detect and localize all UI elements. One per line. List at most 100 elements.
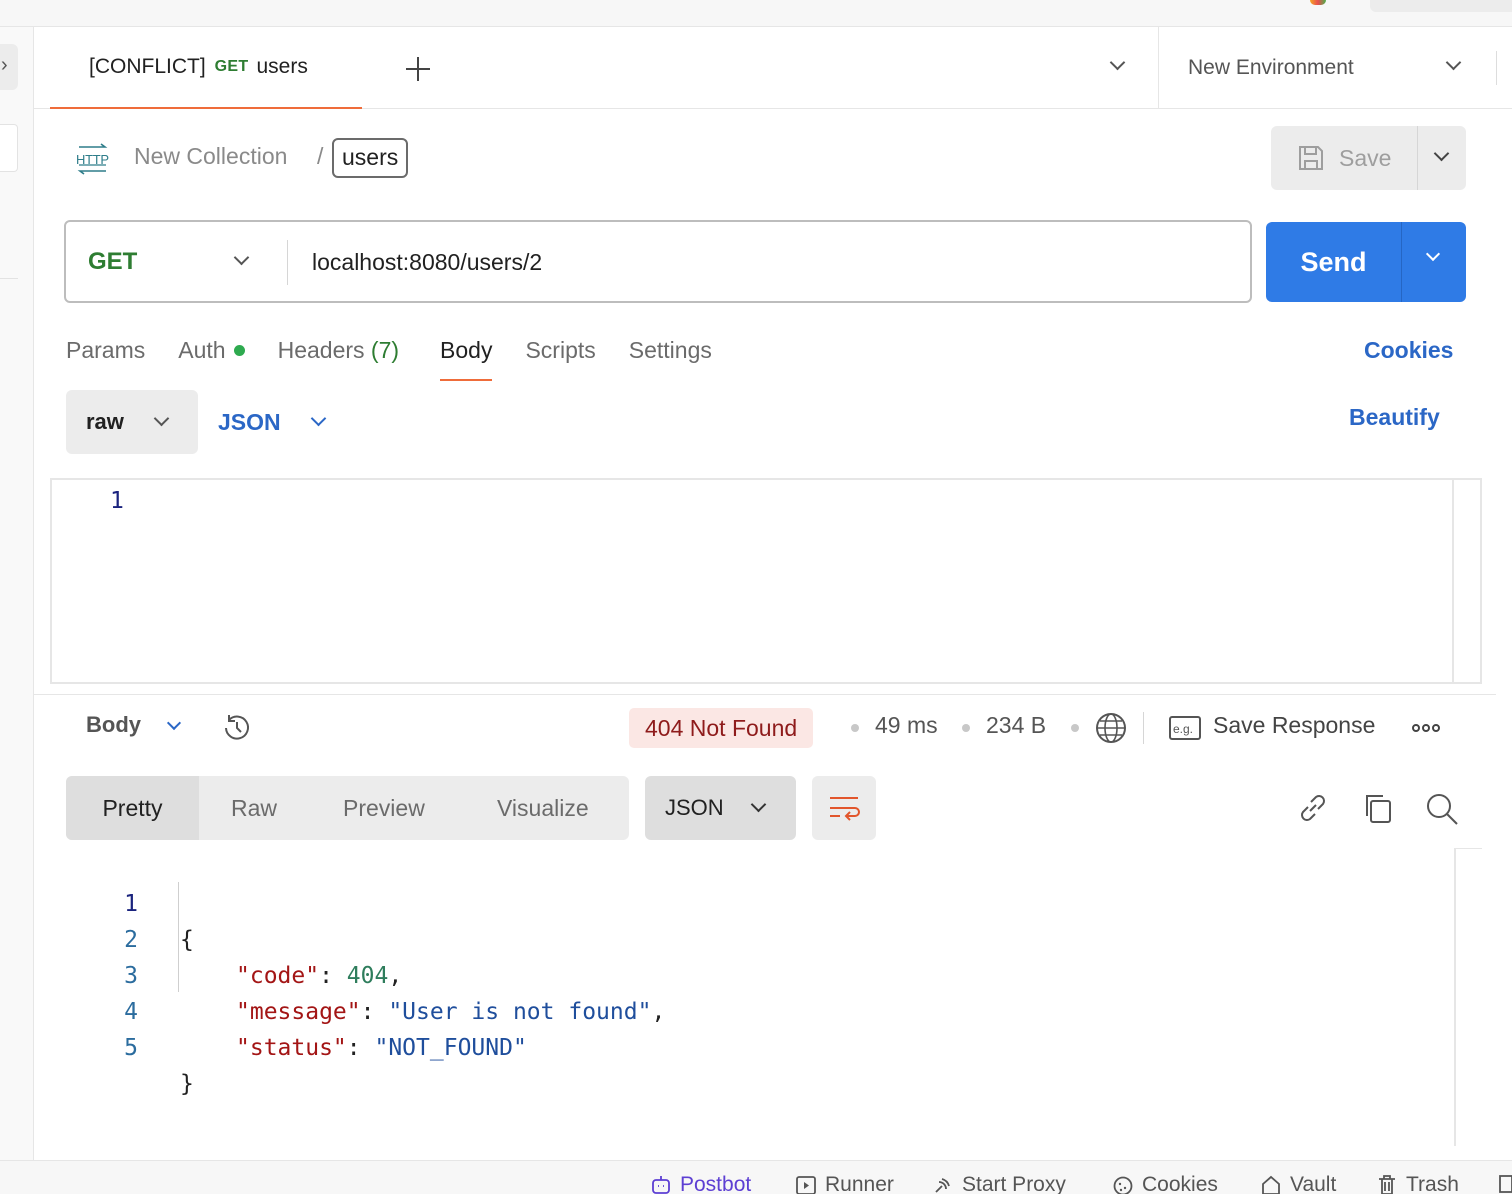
- url-input[interactable]: [312, 242, 1212, 282]
- body-language-select[interactable]: JSON: [218, 390, 327, 454]
- status-badge[interactable]: 404 Not Found: [629, 708, 814, 748]
- method-select[interactable]: GET: [88, 222, 137, 301]
- chevron-down-icon: [1433, 145, 1450, 162]
- tab-settings-label: Settings: [628, 337, 712, 363]
- tab-params[interactable]: Params: [66, 333, 145, 381]
- link-icon[interactable]: [1296, 791, 1330, 825]
- postbot-icon: [652, 1176, 670, 1194]
- code-line: 1 {: [0, 850, 194, 953]
- tab-scripts[interactable]: Scripts: [525, 333, 595, 381]
- separator-dot: [1071, 724, 1079, 732]
- request-tab[interactable]: [CONFLICT] GET users: [50, 27, 362, 109]
- line-number: 4: [124, 999, 138, 1025]
- postbot-label: Postbot: [680, 1173, 752, 1194]
- cookies-link[interactable]: Cookies: [1364, 333, 1453, 367]
- line-number: 2: [124, 927, 138, 953]
- editor-scrollbar[interactable]: [1452, 480, 1454, 682]
- tab-auth[interactable]: Auth: [178, 333, 245, 381]
- layout-toggle-button[interactable]: [1498, 1173, 1512, 1194]
- tab-preview[interactable]: Preview: [343, 776, 425, 840]
- breadcrumb-separator: /: [317, 143, 324, 169]
- more-options-icon[interactable]: [1410, 712, 1442, 744]
- tabs-overflow-chevron-down-icon[interactable]: [1109, 54, 1126, 71]
- response-view-tabs: Pretty Raw Preview Visualize: [66, 776, 629, 840]
- sidebar-toggle-button[interactable]: [0, 44, 18, 90]
- json-key: "code": [236, 963, 320, 989]
- search-icon[interactable]: [1424, 791, 1460, 827]
- tab-visualize-label: Visualize: [497, 794, 589, 821]
- wrap-lines-button[interactable]: [812, 776, 876, 840]
- tab-headers[interactable]: Headers (7): [278, 333, 399, 381]
- send-button-group: Send: [1266, 222, 1466, 302]
- new-tab-plus-icon[interactable]: [404, 55, 432, 83]
- title-bar: [0, 0, 1512, 27]
- sidebar-search-box[interactable]: [0, 124, 18, 172]
- pane-divider[interactable]: [34, 694, 1496, 695]
- response-section-chevron-down-icon[interactable]: [166, 715, 182, 731]
- json-key: "message": [236, 999, 361, 1025]
- tab-pretty-label: Pretty: [102, 794, 163, 821]
- vault-button[interactable]: Vault: [1260, 1173, 1336, 1194]
- title-bar-control[interactable]: [1370, 0, 1512, 12]
- response-time[interactable]: 49 ms: [875, 712, 938, 739]
- send-button[interactable]: Send: [1266, 222, 1401, 302]
- request-name-field[interactable]: users: [332, 138, 409, 178]
- environment-chevron-down-icon[interactable]: [1445, 54, 1462, 71]
- line-number: 5: [124, 1035, 138, 1061]
- breadcrumb-collection[interactable]: New Collection: [134, 143, 287, 170]
- code-line: 2 "code": 404,: [0, 886, 402, 989]
- request-body-editor[interactable]: 1: [50, 478, 1482, 684]
- copy-icon[interactable]: [1361, 791, 1395, 825]
- history-icon[interactable]: [220, 711, 254, 745]
- json-colon: :: [360, 999, 389, 1025]
- example-icon: e.g.: [1169, 716, 1201, 740]
- avatar[interactable]: [1310, 0, 1326, 5]
- beautify-button[interactable]: Beautify: [1349, 404, 1440, 431]
- method-chevron-down-icon[interactable]: [233, 249, 250, 266]
- response-size[interactable]: 234 B: [986, 712, 1046, 739]
- json-colon: :: [346, 1035, 375, 1061]
- tab-raw[interactable]: Raw: [231, 776, 277, 840]
- request-tabs: Params Auth Headers (7) Body Scripts Set…: [66, 333, 745, 383]
- tab-body[interactable]: Body: [440, 333, 493, 381]
- body-language-label: JSON: [218, 408, 281, 435]
- url-bar: GET: [64, 220, 1252, 303]
- tab-settings[interactable]: Settings: [629, 333, 712, 381]
- runner-button[interactable]: Runner: [795, 1173, 894, 1194]
- code-text: }: [180, 1071, 194, 1097]
- runner-label: Runner: [825, 1173, 894, 1194]
- http-request-icon: HTTP: [76, 143, 109, 175]
- tab-pretty[interactable]: Pretty: [66, 776, 199, 840]
- tab-visualize[interactable]: Visualize: [497, 776, 589, 840]
- body-mode-select[interactable]: raw: [66, 390, 198, 454]
- line-number: 1: [124, 891, 138, 917]
- line-number: 3: [124, 963, 138, 989]
- response-format-select[interactable]: JSON: [645, 776, 796, 840]
- tab-params-label: Params: [66, 337, 146, 363]
- chevron-down-icon: [1425, 246, 1441, 262]
- cookies-button[interactable]: Cookies: [1112, 1173, 1218, 1194]
- save-button[interactable]: Save: [1271, 126, 1417, 190]
- trash-button[interactable]: Trash: [1376, 1173, 1459, 1194]
- json-value: 404: [346, 963, 389, 989]
- save-options-button[interactable]: [1418, 126, 1466, 190]
- json-value: "User is not found": [388, 999, 652, 1025]
- start-proxy-button[interactable]: Start Proxy: [932, 1173, 1066, 1194]
- vault-label: Vault: [1290, 1173, 1337, 1194]
- json-value: "NOT_FOUND": [374, 1035, 527, 1061]
- runner-icon: [796, 1176, 816, 1194]
- response-format-label: JSON: [665, 795, 724, 820]
- auth-status-dot: [233, 345, 245, 356]
- send-options-button[interactable]: [1402, 222, 1466, 302]
- save-label: Save: [1339, 144, 1392, 171]
- postbot-button[interactable]: Postbot: [650, 1173, 751, 1194]
- tab-body-label: Body: [440, 337, 493, 363]
- globe-icon[interactable]: [1094, 711, 1128, 745]
- divider: [287, 240, 288, 285]
- response-section-select[interactable]: Body: [86, 712, 141, 738]
- method-label: GET: [88, 247, 138, 275]
- response-scrollbar[interactable]: [1454, 848, 1482, 1146]
- environment-selector[interactable]: New Environment: [1188, 27, 1354, 109]
- save-response-button[interactable]: Save Response: [1213, 712, 1375, 739]
- trash-label: Trash: [1406, 1173, 1459, 1194]
